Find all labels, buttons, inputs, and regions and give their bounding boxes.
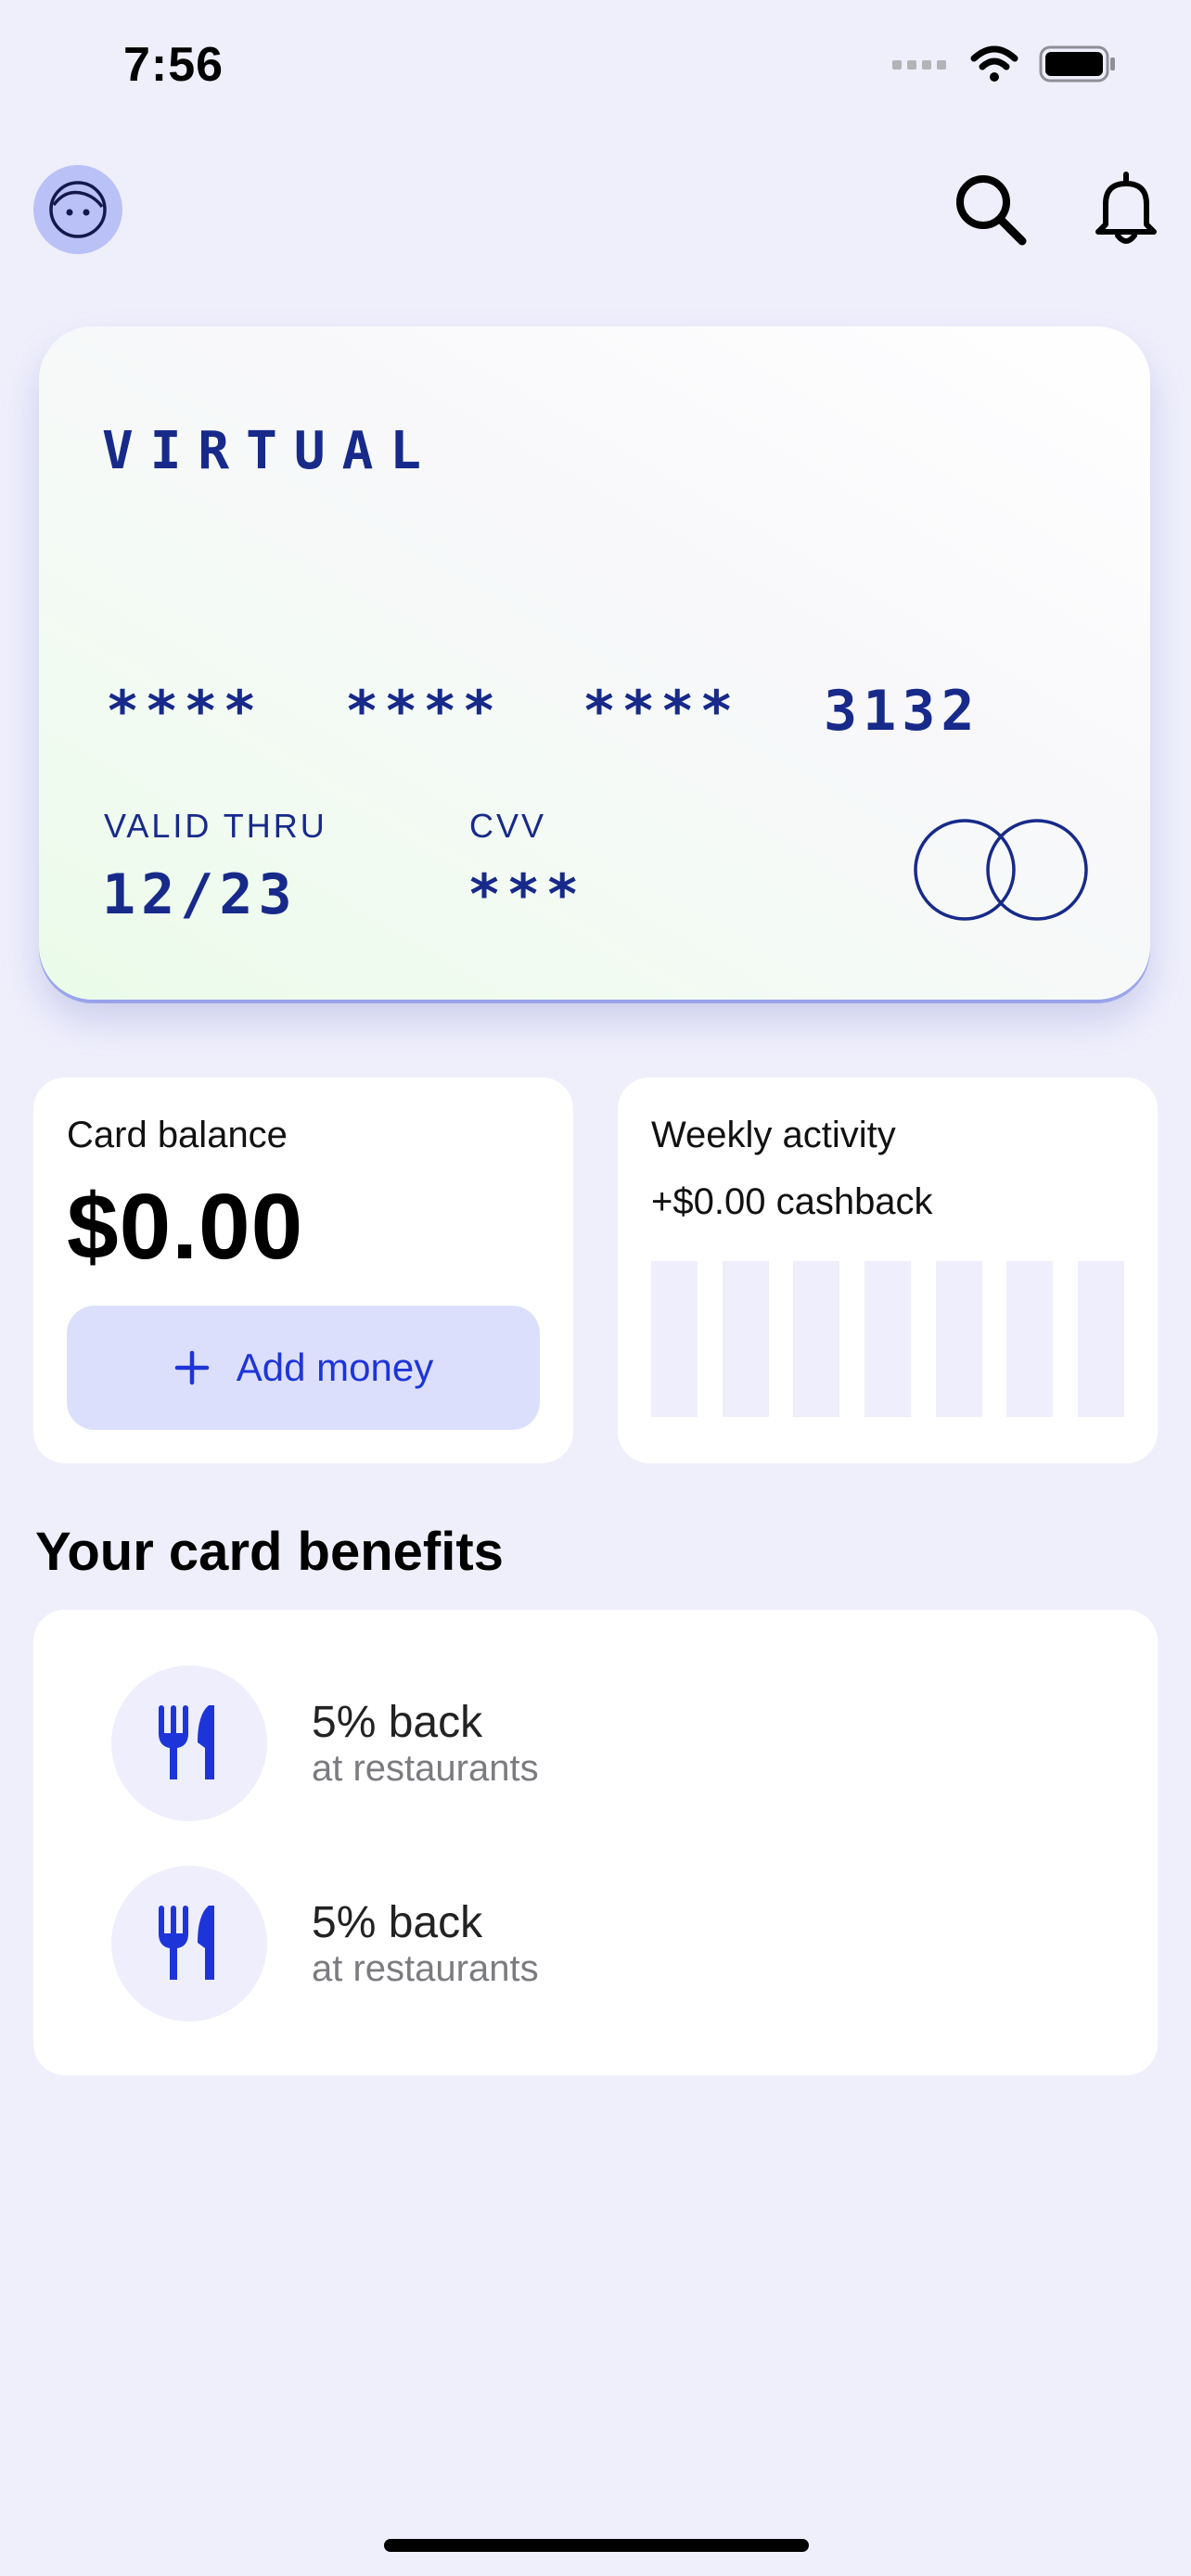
cvv-value: *** <box>467 862 585 927</box>
day-bar <box>1077 1261 1124 1417</box>
fork-knife-icon <box>159 1705 214 1779</box>
weekly-bar-chart <box>651 1261 1124 1417</box>
valid-thru-value: 12/23 <box>102 862 298 927</box>
virtual-card[interactable]: VIRTUAL **** **** **** 3132 VALID THRU 1… <box>39 326 1150 1000</box>
benefit-text: 5% back at restaurants <box>312 1697 539 1790</box>
wifi-icon <box>970 45 1018 82</box>
card-number-group-3: **** <box>583 679 739 744</box>
mastercard-circles-icon <box>914 819 1088 921</box>
face-icon <box>49 181 107 238</box>
card-balance-tile: Card balance $0.00 Add money <box>33 1078 573 1463</box>
home-indicator[interactable] <box>384 2539 809 2552</box>
weekly-cashback: +$0.00 cashback <box>651 1181 933 1222</box>
cellular-signal-icon <box>892 60 946 70</box>
add-money-button[interactable]: Add money <box>67 1306 540 1430</box>
day-bar <box>722 1261 769 1417</box>
card-number-group-1: **** <box>106 679 263 744</box>
benefit-item[interactable]: 5% back at restaurants <box>111 1665 539 1821</box>
day-bar <box>651 1261 698 1417</box>
valid-thru-label: VALID THRU <box>104 807 327 845</box>
notifications-button[interactable] <box>1087 169 1165 247</box>
day-bar <box>864 1261 911 1417</box>
benefit-item[interactable]: 5% back at restaurants <box>111 1866 539 2021</box>
fork-knife-icon <box>159 1906 214 1980</box>
benefit-subtitle: at restaurants <box>312 1748 539 1789</box>
status-icons <box>892 45 1117 83</box>
benefit-icon-bg <box>111 1665 267 1821</box>
weekly-activity-tile[interactable]: Weekly activity +$0.00 cashback <box>618 1078 1158 1463</box>
card-number-group-2: **** <box>345 679 502 744</box>
benefits-list: 5% back at restaurants 5% back at restau… <box>33 1610 1158 2075</box>
benefit-title: 5% back <box>312 1698 483 1747</box>
card-type-label: VIRTUAL <box>102 421 439 481</box>
day-bar <box>935 1261 982 1417</box>
benefit-icon-bg <box>111 1866 267 2021</box>
battery-icon <box>1039 45 1115 83</box>
search-button[interactable] <box>952 171 1030 249</box>
day-bar <box>793 1261 840 1417</box>
cvv-label: CVV <box>469 807 547 845</box>
bell-icon <box>1095 172 1157 244</box>
benefit-title: 5% back <box>312 1898 483 1947</box>
status-time: 7:56 <box>123 38 224 92</box>
card-number-last4: 3132 <box>824 679 980 744</box>
benefit-subtitle: at restaurants <box>312 1948 539 1989</box>
day-bar <box>1006 1261 1054 1417</box>
avatar[interactable] <box>33 165 122 254</box>
weekly-activity-label: Weekly activity <box>651 1115 896 1155</box>
search-icon <box>956 175 1027 246</box>
benefit-text: 5% back at restaurants <box>312 1897 539 1990</box>
card-balance-label: Card balance <box>67 1115 288 1155</box>
add-money-label: Add money <box>236 1345 434 1389</box>
card-balance-amount: $0.00 <box>67 1175 304 1279</box>
plus-icon <box>174 1350 210 1385</box>
benefits-title: Your card benefits <box>35 1522 504 1582</box>
